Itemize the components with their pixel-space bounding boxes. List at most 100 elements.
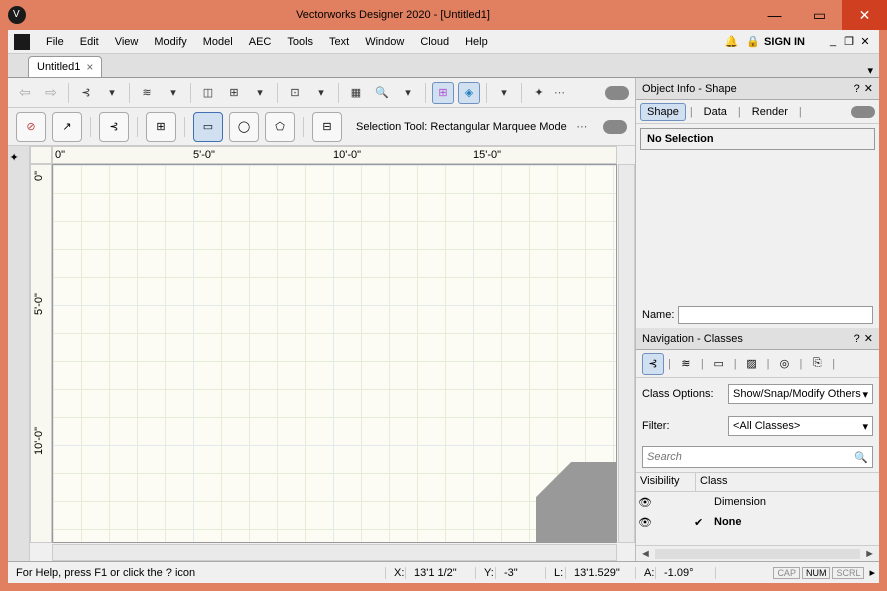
view-mode-2-icon[interactable]: ◈	[458, 82, 480, 104]
menu-window[interactable]: Window	[357, 31, 412, 53]
tab-render[interactable]: Render	[745, 103, 795, 121]
col-class[interactable]: Class	[696, 473, 879, 491]
zoom-icon[interactable]: 🔍	[371, 82, 393, 104]
class-row[interactable]: 👁 ✔ None	[636, 512, 879, 532]
sign-in-button[interactable]: 🔒 SIGN IN	[746, 35, 809, 48]
menu-edit[interactable]: Edit	[72, 31, 107, 53]
marquee-lasso-icon[interactable]: ◯	[229, 112, 259, 142]
navigation-close-icon[interactable]: ✕	[864, 332, 873, 345]
dropdown-1[interactable]: ▾	[101, 82, 123, 104]
mode-wall-icon[interactable]: ⊟	[312, 112, 342, 142]
mode-4-icon[interactable]: ⊞	[146, 112, 176, 142]
navigation-icon-bar: ⊰ | ≋ | ▭ | ▨ | ◎ | ⎘ |	[636, 350, 879, 378]
menu-file[interactable]: File	[38, 31, 72, 53]
menu-text[interactable]: Text	[321, 31, 357, 53]
tab-shape[interactable]: Shape	[640, 103, 686, 121]
nav-layers-icon[interactable]: ≋	[675, 353, 697, 375]
document-tabs-dropdown[interactable]: ▾	[867, 64, 873, 77]
bell-icon[interactable]: 🔔	[725, 35, 739, 48]
class-options-label: Class Options:	[642, 388, 722, 400]
num-indicator: NUM	[802, 567, 831, 579]
scroll-right-icon[interactable]: ►	[864, 548, 875, 560]
nav-back-button[interactable]: ⇦	[14, 82, 36, 104]
window-title: Vectorworks Designer 2020 - [Untitled1]	[34, 9, 752, 21]
app-menu-icon[interactable]	[14, 34, 30, 50]
resize-grip-icon[interactable]: ▸	[865, 566, 879, 579]
fit-icon[interactable]: ▦	[345, 82, 367, 104]
toolbar-toggle[interactable]	[605, 86, 629, 100]
dropdown-2[interactable]: ▾	[162, 82, 184, 104]
menu-model[interactable]: Model	[195, 31, 241, 53]
nav-saved-icon[interactable]: ◎	[773, 353, 795, 375]
document-tab-close-icon[interactable]: ×	[86, 60, 93, 74]
object-info-help-icon[interactable]: ?	[854, 83, 860, 95]
mode-3-icon[interactable]: ⊰	[99, 112, 129, 142]
nav-ref-icon[interactable]: ⎘	[806, 353, 828, 375]
search-input[interactable]	[647, 451, 854, 463]
navigation-header[interactable]: Navigation - Classes ? ✕	[636, 328, 879, 350]
class-scrollbar[interactable]: ◄ ►	[636, 545, 879, 561]
status-help: For Help, press F1 or click the ? icon	[8, 567, 386, 579]
document-tab-label: Untitled1	[37, 61, 80, 73]
mode-1-icon[interactable]: ⊘	[16, 112, 46, 142]
nav-classes-icon[interactable]: ⊰	[642, 353, 664, 375]
nav-forward-button[interactable]: ⇨	[40, 82, 62, 104]
search-icon[interactable]: 🔍	[854, 451, 868, 464]
working-plane-icon[interactable]: ⊞	[223, 82, 245, 104]
horizontal-scrollbar[interactable]	[52, 544, 617, 561]
visibility-eye-icon[interactable]: 👁	[636, 496, 654, 509]
dropdown-4[interactable]: ▾	[397, 82, 419, 104]
tab-data[interactable]: Data	[697, 103, 734, 121]
vertical-scrollbar[interactable]	[618, 164, 635, 543]
mdi-minimize[interactable]: _	[825, 35, 841, 48]
render-icon[interactable]: ▾	[493, 82, 515, 104]
visibility-eye-icon[interactable]: 👁	[636, 516, 654, 529]
layers-icon[interactable]: ≋	[136, 82, 158, 104]
flyover-icon[interactable]: ✦	[528, 82, 550, 104]
menu-view[interactable]: View	[107, 31, 147, 53]
vertical-ruler[interactable]: 0" 5'-0" 10'-0" 15'-0"	[30, 164, 52, 543]
tool-options-more[interactable]: ⋯	[576, 120, 589, 133]
object-info-header[interactable]: Object Info - Shape ? ✕	[636, 78, 879, 100]
tool-options-toggle[interactable]	[603, 120, 627, 134]
marquee-rect-icon[interactable]: ▭	[193, 112, 223, 142]
scroll-left-icon[interactable]: ◄	[640, 548, 651, 560]
mdi-close[interactable]: ✕	[857, 35, 873, 48]
class-row[interactable]: 👁 Dimension	[636, 492, 879, 512]
menu-aec[interactable]: AEC	[241, 31, 280, 53]
menu-bar: File Edit View Modify Model AEC Tools Te…	[8, 30, 879, 54]
nav-sheet-icon[interactable]: ▭	[708, 353, 730, 375]
mdi-restore[interactable]: ❐	[841, 35, 857, 48]
minimize-button[interactable]: —	[752, 0, 797, 30]
plane-icon[interactable]: ◫	[197, 82, 219, 104]
search-box[interactable]: 🔍	[642, 446, 873, 468]
menu-cloud[interactable]: Cloud	[412, 31, 457, 53]
class-options-select[interactable]: Show/Snap/Modify Others	[728, 384, 873, 404]
menu-tools[interactable]: Tools	[279, 31, 321, 53]
horizontal-ruler[interactable]: 0" 5'-0" 10'-0" 15'-0"	[52, 146, 617, 164]
drawing-canvas[interactable]	[52, 164, 617, 543]
classes-icon[interactable]: ⊰	[75, 82, 97, 104]
canvas-area: ✦ 0" 5'-0" 10'-0" 15'-0" 0" 5'-0" 10'-0"…	[8, 146, 635, 561]
dropdown-3[interactable]: ▾	[310, 82, 332, 104]
nav-viewport-icon[interactable]: ▨	[741, 353, 763, 375]
col-visibility[interactable]: Visibility	[636, 473, 696, 491]
toolbar-more[interactable]: ⋯	[554, 86, 567, 99]
palette-tool-1[interactable]: ✦	[9, 150, 29, 170]
menu-modify[interactable]: Modify	[146, 31, 194, 53]
view-mode-1-icon[interactable]: ⊞	[432, 82, 454, 104]
name-field[interactable]	[678, 306, 873, 324]
maximize-button[interactable]: ▭	[797, 0, 842, 30]
document-tab[interactable]: Untitled1 ×	[28, 56, 102, 77]
marquee-polygon-icon[interactable]: ⬠	[265, 112, 295, 142]
saved-views-icon[interactable]: ▾	[249, 82, 271, 104]
filter-select[interactable]: <All Classes>	[728, 416, 873, 436]
scale-icon[interactable]: ⊡	[284, 82, 306, 104]
a-value: -1.09°	[656, 567, 716, 579]
object-info-toggle[interactable]	[851, 106, 875, 118]
mode-2-icon[interactable]: ↗	[52, 112, 82, 142]
navigation-help-icon[interactable]: ?	[854, 333, 860, 345]
menu-help[interactable]: Help	[457, 31, 496, 53]
object-info-close-icon[interactable]: ✕	[864, 82, 873, 95]
close-button[interactable]: ✕	[842, 0, 887, 30]
